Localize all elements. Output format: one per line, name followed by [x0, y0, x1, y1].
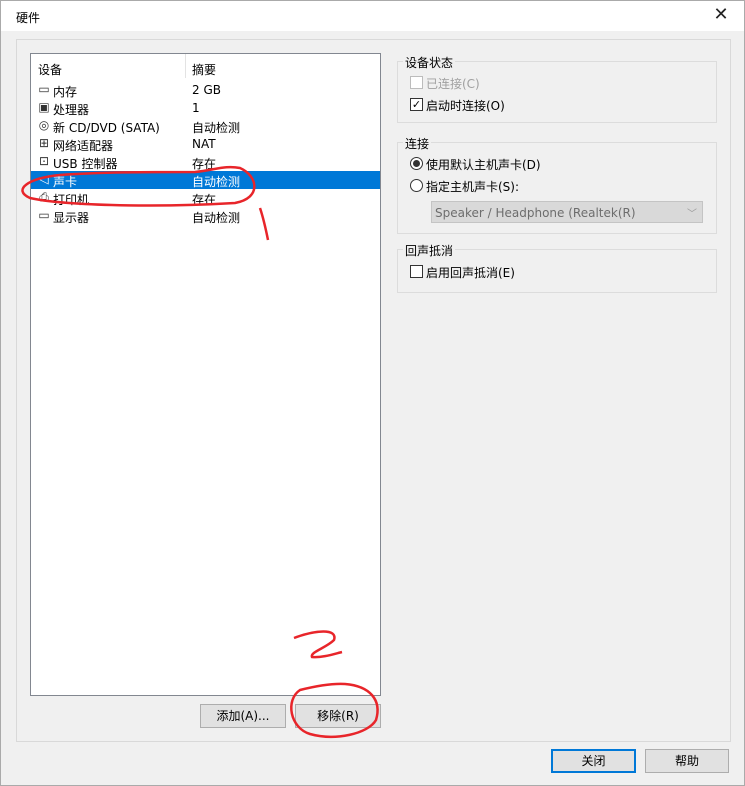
device-row-cpu[interactable]: ▣ 处理器 1 [31, 99, 380, 117]
use-default-sound-card-radio[interactable] [410, 157, 423, 170]
usb-icon: ⊡ [38, 154, 50, 168]
enable-echo-cancellation-checkbox[interactable] [410, 265, 423, 278]
device-name: 声卡 [53, 175, 78, 189]
device-name: 处理器 [53, 103, 90, 117]
device-row-monitor[interactable]: ▭ 显示器 自动检测 [31, 207, 380, 225]
connected-label: 已连接(C) [426, 77, 480, 91]
echo-cancellation-label: 回声抵消 [403, 242, 456, 259]
network-icon: ⊞ [38, 136, 50, 150]
device-list[interactable]: 设备 摘要 ▭ 内存 2 GB ▣ 处理器 1 ◎ 新 CD/DVD (SATA) 自动检测 ⊞ 网… [30, 53, 381, 696]
close-icon[interactable]: ✕ [710, 4, 732, 26]
device-row-printer[interactable]: ⎙ 打印机 存在 [31, 189, 380, 207]
device-summary: 自动检测 [192, 211, 241, 225]
cpu-icon: ▣ [38, 100, 50, 114]
memory-icon: ▭ [38, 82, 50, 96]
device-status-label: 设备状态 [403, 54, 456, 71]
device-summary: 存在 [192, 157, 217, 171]
help-button[interactable]: 帮助 [645, 749, 729, 773]
specify-sound-card-label: 指定主机声卡(S): [426, 180, 520, 194]
device-row-cd[interactable]: ◎ 新 CD/DVD (SATA) 自动检测 [31, 117, 380, 135]
device-row-speaker[interactable]: ◁ 声卡 自动检测 [31, 171, 380, 189]
printer-icon: ⎙ [39, 190, 49, 204]
column-divider[interactable] [185, 54, 186, 78]
device-summary: 自动检测 [192, 175, 241, 189]
connect-at-power-on-checkbox[interactable]: ✓ [410, 98, 423, 111]
device-summary: 存在 [192, 193, 217, 207]
device-row-usb[interactable]: ⊡ USB 控制器 存在 [31, 153, 380, 171]
enable-echo-cancellation-label: 启用回声抵消(E) [426, 266, 515, 280]
device-summary: 自动检测 [192, 121, 241, 135]
title-bar: 硬件 ✕ [1, 1, 744, 31]
close-button[interactable]: 关闭 [551, 749, 636, 773]
monitor-icon: ▭ [38, 208, 50, 222]
specify-sound-card-radio[interactable] [410, 179, 423, 192]
connected-checkbox[interactable] [410, 76, 423, 89]
device-summary: NAT [192, 137, 216, 151]
speaker-icon: ◁ [39, 172, 49, 186]
device-name: 新 CD/DVD (SATA) [53, 121, 160, 135]
device-row-network[interactable]: ⊞ 网络适配器 NAT [31, 135, 380, 153]
connect-at-power-on-label: 启动时连接(O) [426, 99, 505, 113]
device-row-memory[interactable]: ▭ 内存 2 GB [31, 81, 380, 99]
cd-icon: ◎ [38, 118, 50, 132]
add-button[interactable]: 添加(A)... [200, 704, 286, 728]
device-name: 内存 [53, 85, 78, 99]
remove-button[interactable]: 移除(R) [295, 704, 381, 728]
dialog-title: 硬件 [16, 11, 41, 25]
hardware-dialog: 硬件 ✕ 设备 摘要 ▭ 内存 2 GB ▣ 处理器 1 ◎ 新 CD/DVD (SATA) 自… [0, 0, 745, 786]
device-summary: 1 [192, 101, 200, 115]
device-name: USB 控制器 [53, 157, 118, 171]
column-header-summary[interactable]: 摘要 [192, 61, 216, 78]
device-name: 显示器 [53, 211, 90, 225]
device-name: 网络适配器 [53, 139, 114, 153]
column-header-device[interactable]: 设备 [38, 61, 62, 78]
chevron-down-icon: ﹀ [687, 209, 697, 220]
sound-card-value: Speaker / Headphone (Realtek(R) [435, 206, 636, 220]
device-summary: 2 GB [192, 83, 221, 97]
sound-card-select[interactable]: Speaker / Headphone (Realtek(R) ﹀ [431, 201, 703, 223]
connection-label: 连接 [403, 135, 432, 152]
device-name: 打印机 [53, 193, 90, 207]
list-header: 设备 摘要 [31, 54, 380, 79]
use-default-sound-card-label: 使用默认主机声卡(D) [426, 158, 541, 172]
